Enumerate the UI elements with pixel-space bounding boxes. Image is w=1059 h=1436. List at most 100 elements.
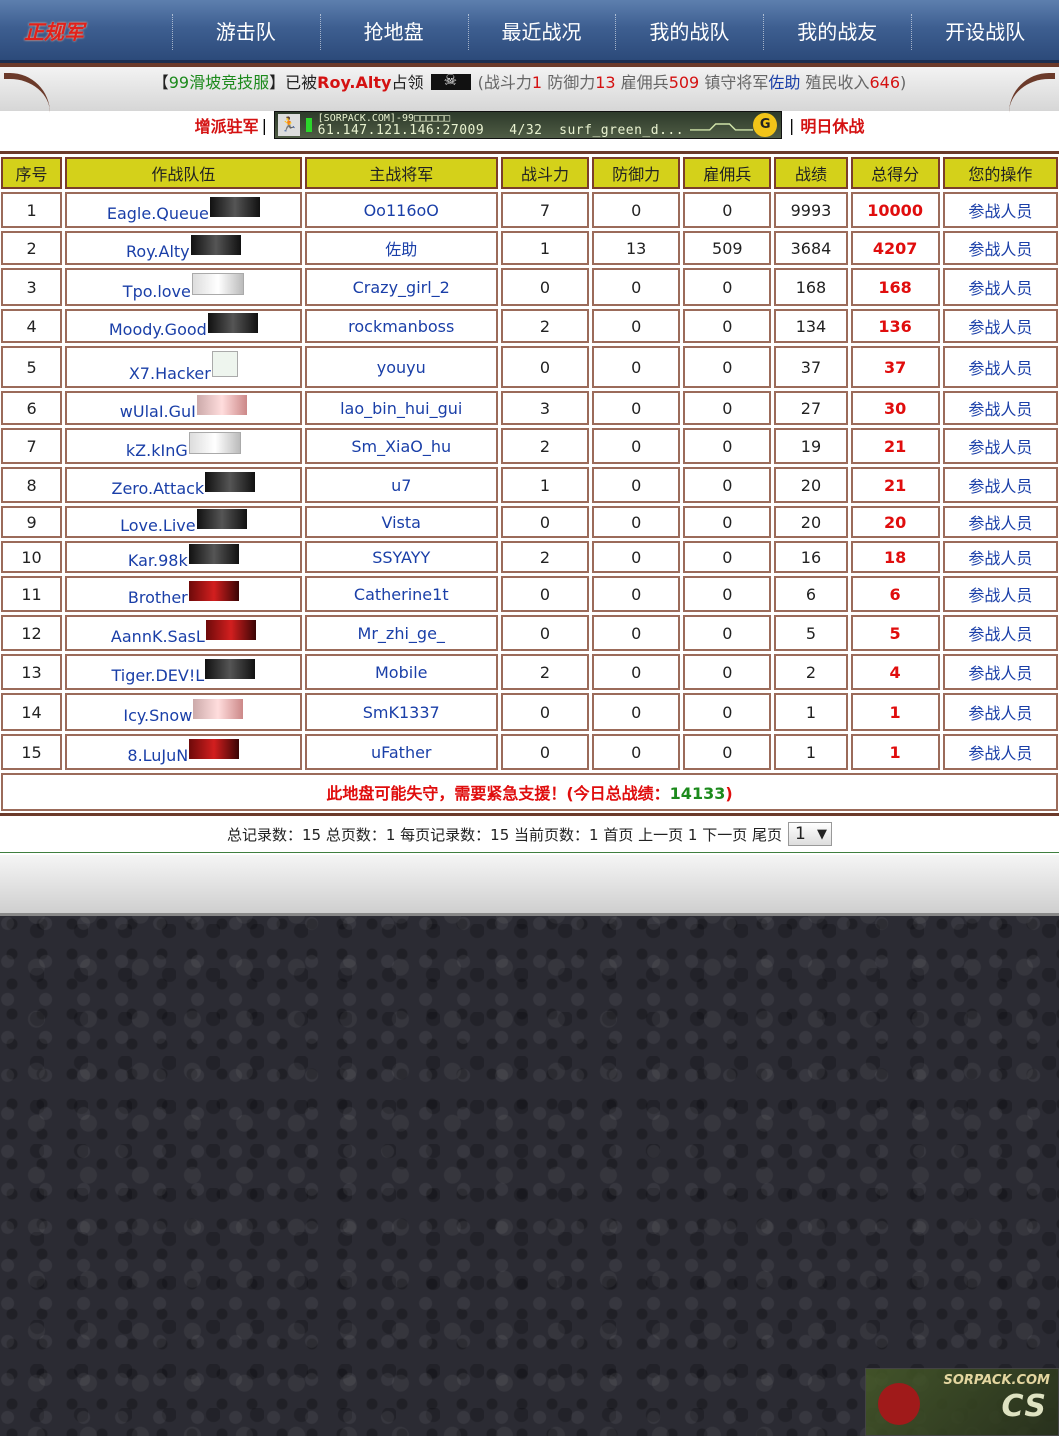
score-cell: 168 bbox=[850, 268, 940, 306]
def-cell-text: 0 bbox=[631, 742, 642, 762]
action-cell-text[interactable]: 参战人员 bbox=[968, 202, 1032, 221]
team-name-link[interactable]: kZ.kInG bbox=[126, 441, 188, 460]
team-logo-icon bbox=[205, 472, 256, 492]
action-cell-text[interactable]: 参战人员 bbox=[968, 514, 1032, 533]
occupying-team[interactable]: Roy.Alty bbox=[317, 73, 391, 92]
score-cell-text: 136 bbox=[878, 316, 912, 336]
col-header-action: 您的操作 bbox=[942, 157, 1058, 189]
team-name-link[interactable]: Moody.Good bbox=[109, 320, 207, 339]
general-cell-text[interactable]: Vista bbox=[382, 513, 421, 532]
action-cell-text[interactable]: 参战人员 bbox=[968, 279, 1032, 298]
team-name-link[interactable]: Tiger.DEV!L bbox=[112, 666, 205, 685]
score-cell-text: 6 bbox=[889, 584, 901, 604]
team-name-link[interactable]: wUlaI.GuI bbox=[120, 402, 196, 421]
team-name-link[interactable]: 8.LuJuN bbox=[127, 746, 188, 765]
team-logo-icon bbox=[191, 273, 244, 295]
nav-item-regular-army[interactable]: 正规军 bbox=[0, 0, 172, 60]
team-name-link[interactable]: Kar.98k bbox=[128, 551, 188, 570]
team-name-link[interactable]: Icy.Snow bbox=[123, 706, 192, 725]
gametracker-logo-icon: G bbox=[753, 113, 777, 137]
general-cell-text[interactable]: 佐助 bbox=[385, 240, 417, 259]
team-name-link[interactable]: X7.Hacker bbox=[129, 364, 211, 383]
nav-item-guerrilla[interactable]: 游击队 bbox=[171, 0, 320, 60]
general-cell-text[interactable]: lao_bin_hui_gui bbox=[340, 399, 462, 418]
pirate-flag-icon bbox=[430, 71, 471, 90]
atk-cell-text: 3 bbox=[539, 398, 551, 418]
action-cell-text[interactable]: 参战人员 bbox=[968, 359, 1032, 378]
general-cell-text[interactable]: Mobile bbox=[375, 663, 427, 682]
atk-cell: 0 bbox=[500, 346, 590, 388]
server-banner-text: [SORPACK.COM]-99□□□□□□ 61.147.121.146:27… bbox=[318, 113, 684, 137]
atk-cell-text: 2 bbox=[539, 436, 551, 456]
score-cell: 20 bbox=[850, 506, 940, 538]
record-cell: 168 bbox=[774, 268, 848, 306]
record-cell: 9993 bbox=[774, 192, 848, 228]
record-cell: 19 bbox=[774, 428, 848, 464]
action-cell-text[interactable]: 参战人员 bbox=[968, 438, 1032, 457]
team-name-link[interactable]: Tpo.love bbox=[123, 282, 191, 301]
team-cell: Roy.Alty bbox=[65, 231, 302, 265]
general-cell-text[interactable]: rockmanboss bbox=[348, 317, 454, 336]
action-cell-text[interactable]: 参战人员 bbox=[968, 664, 1032, 683]
score-cell: 21 bbox=[850, 428, 940, 464]
team-logo-icon bbox=[188, 581, 239, 601]
page-select[interactable]: 1 ▼ bbox=[787, 822, 832, 846]
merc-cell: 0 bbox=[683, 467, 772, 503]
nav-item-grab-territory[interactable]: 抢地盘 bbox=[319, 0, 468, 60]
table-row: 14 Icy.Snow SmK1337 0 0 0 1 1 参战人员 bbox=[1, 693, 1058, 731]
guard-general[interactable]: 佐助 bbox=[768, 73, 800, 92]
team-name-link[interactable]: Roy.Alty bbox=[126, 242, 190, 261]
general-cell-text[interactable]: youyu bbox=[377, 358, 426, 377]
nav-item-recent-battles[interactable]: 最近战况 bbox=[467, 0, 616, 60]
def-cell-text: 0 bbox=[631, 200, 642, 220]
action-cell-text[interactable]: 参战人员 bbox=[968, 400, 1032, 419]
reinforce-link[interactable]: 增派驻军 bbox=[195, 113, 259, 137]
def-cell: 0 bbox=[592, 192, 681, 228]
merc-cell-text: 0 bbox=[722, 475, 733, 495]
general-cell-text[interactable]: Crazy_girl_2 bbox=[353, 278, 450, 297]
server-name[interactable]: 99滑坡竞技服 bbox=[169, 73, 269, 92]
action-cell-text[interactable]: 参战人员 bbox=[968, 586, 1032, 605]
general-cell-text[interactable]: Oo116oO bbox=[364, 201, 439, 220]
atk-cell-text: 0 bbox=[539, 357, 551, 377]
separator: | bbox=[261, 115, 267, 135]
team-name-link[interactable]: Love.Live bbox=[120, 516, 196, 535]
action-cell-text[interactable]: 参战人员 bbox=[968, 549, 1032, 568]
general-cell-text[interactable]: Catherine1t bbox=[354, 585, 449, 604]
urgent-message-text: 此地盘可能失守，需要紧急支援！(今日总战绩： bbox=[326, 784, 670, 803]
team-logo-icon bbox=[190, 235, 241, 255]
row-no-text: 7 bbox=[26, 436, 37, 456]
action-cell-text[interactable]: 参战人员 bbox=[968, 625, 1032, 644]
merc-cell: 0 bbox=[683, 615, 772, 651]
row-no: 10 bbox=[1, 541, 63, 573]
nav-item-create-team[interactable]: 开设战队 bbox=[911, 0, 1059, 60]
nav-item-my-team[interactable]: 我的战队 bbox=[615, 0, 763, 60]
atk-cell-text: 2 bbox=[539, 547, 551, 567]
score-cell: 18 bbox=[850, 541, 940, 573]
team-cell: X7.Hacker bbox=[65, 346, 302, 388]
merc-cell: 0 bbox=[683, 309, 772, 343]
rest-link[interactable]: 明日休战 bbox=[800, 113, 864, 137]
action-cell-text[interactable]: 参战人员 bbox=[968, 477, 1032, 496]
team-name-link[interactable]: Brother bbox=[128, 588, 188, 607]
pagination-summary[interactable]: 总记录数：15 总页数：1 每页记录数：15 当前页数：1 首页 上一页 1 下… bbox=[227, 824, 782, 845]
action-cell-text[interactable]: 参战人员 bbox=[968, 240, 1032, 259]
general-cell-text[interactable]: u7 bbox=[391, 476, 411, 495]
income-label: 殖民收入 bbox=[805, 73, 870, 92]
team-name-link[interactable]: Eagle.Queue bbox=[107, 204, 209, 223]
team-cell: kZ.kInG bbox=[65, 428, 302, 464]
action-cell-text[interactable]: 参战人员 bbox=[968, 318, 1032, 337]
general-cell-text[interactable]: Sm_XiaO_hu bbox=[351, 437, 451, 456]
general-cell-text[interactable]: SSYAYY bbox=[372, 548, 430, 567]
def-cell: 0 bbox=[592, 428, 681, 464]
merc-cell-text: 0 bbox=[722, 200, 733, 220]
action-cell-text[interactable]: 参战人员 bbox=[968, 744, 1032, 763]
server-status-banner[interactable]: 🏃 [SORPACK.COM]-99□□□□□□ 61.147.121.146:… bbox=[274, 111, 782, 139]
general-cell-text[interactable]: SmK1337 bbox=[363, 703, 440, 722]
nav-item-my-comrades[interactable]: 我的战友 bbox=[763, 0, 911, 60]
team-name-link[interactable]: Zero.Attack bbox=[111, 479, 204, 498]
general-cell-text[interactable]: uFather bbox=[371, 743, 432, 762]
action-cell-text[interactable]: 参战人员 bbox=[968, 704, 1032, 723]
general-cell-text[interactable]: Mr_zhi_ge_ bbox=[358, 624, 445, 643]
team-name-link[interactable]: AannK.SasL bbox=[111, 627, 205, 646]
